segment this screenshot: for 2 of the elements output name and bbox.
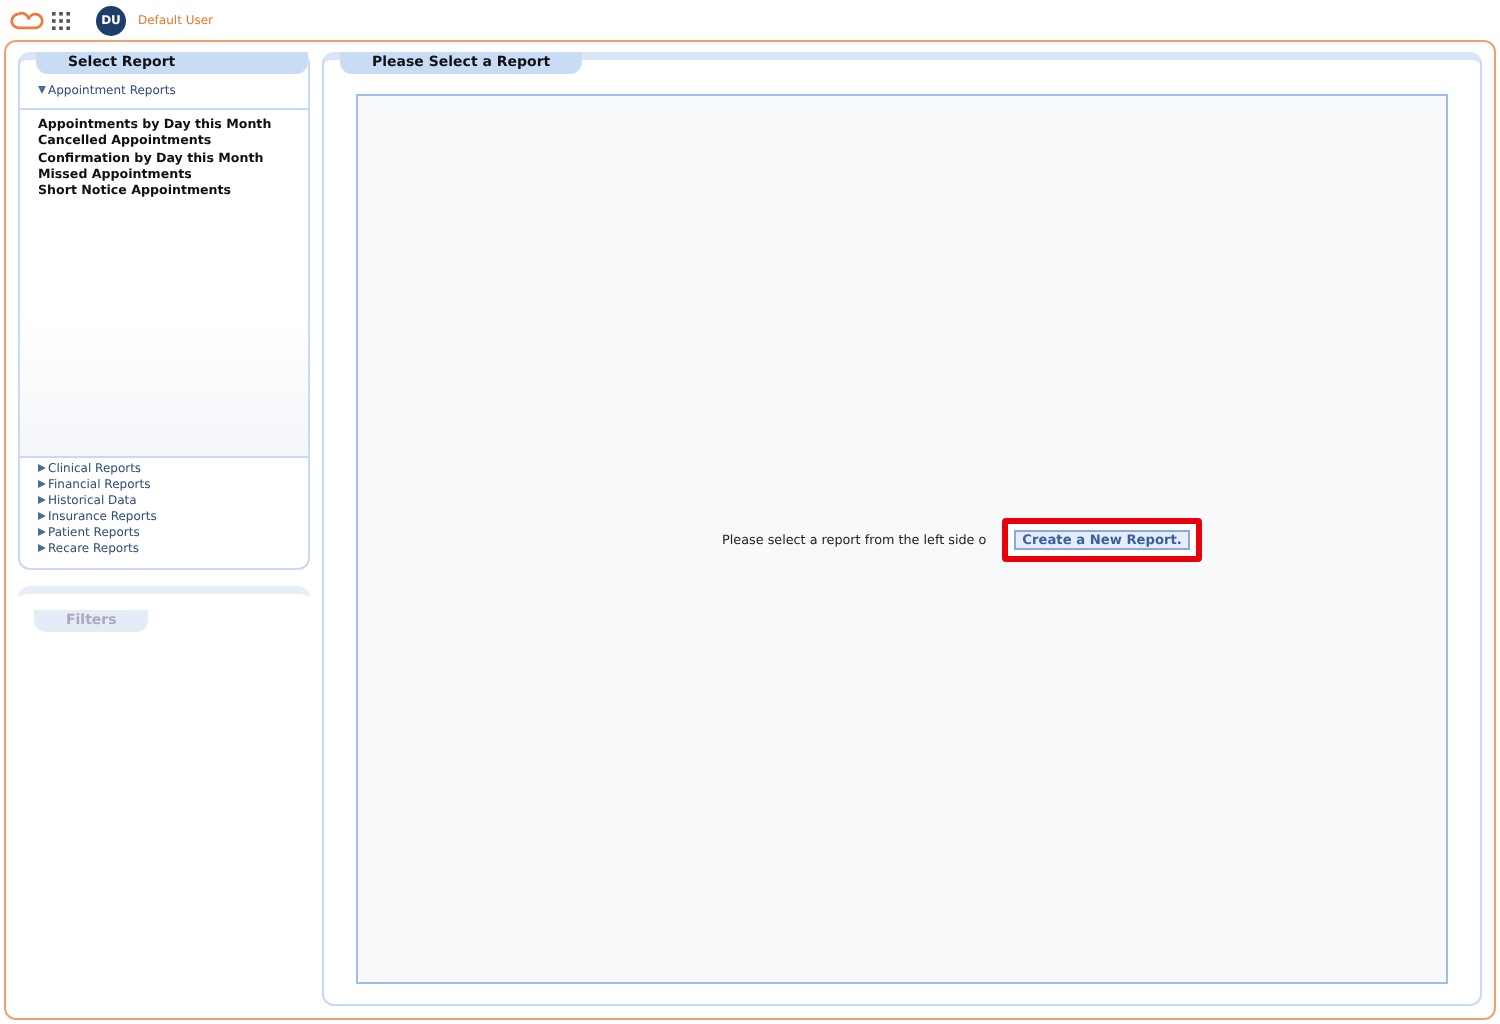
apps-grid-icon[interactable]: [52, 11, 70, 29]
expanded-icon: [38, 86, 46, 95]
